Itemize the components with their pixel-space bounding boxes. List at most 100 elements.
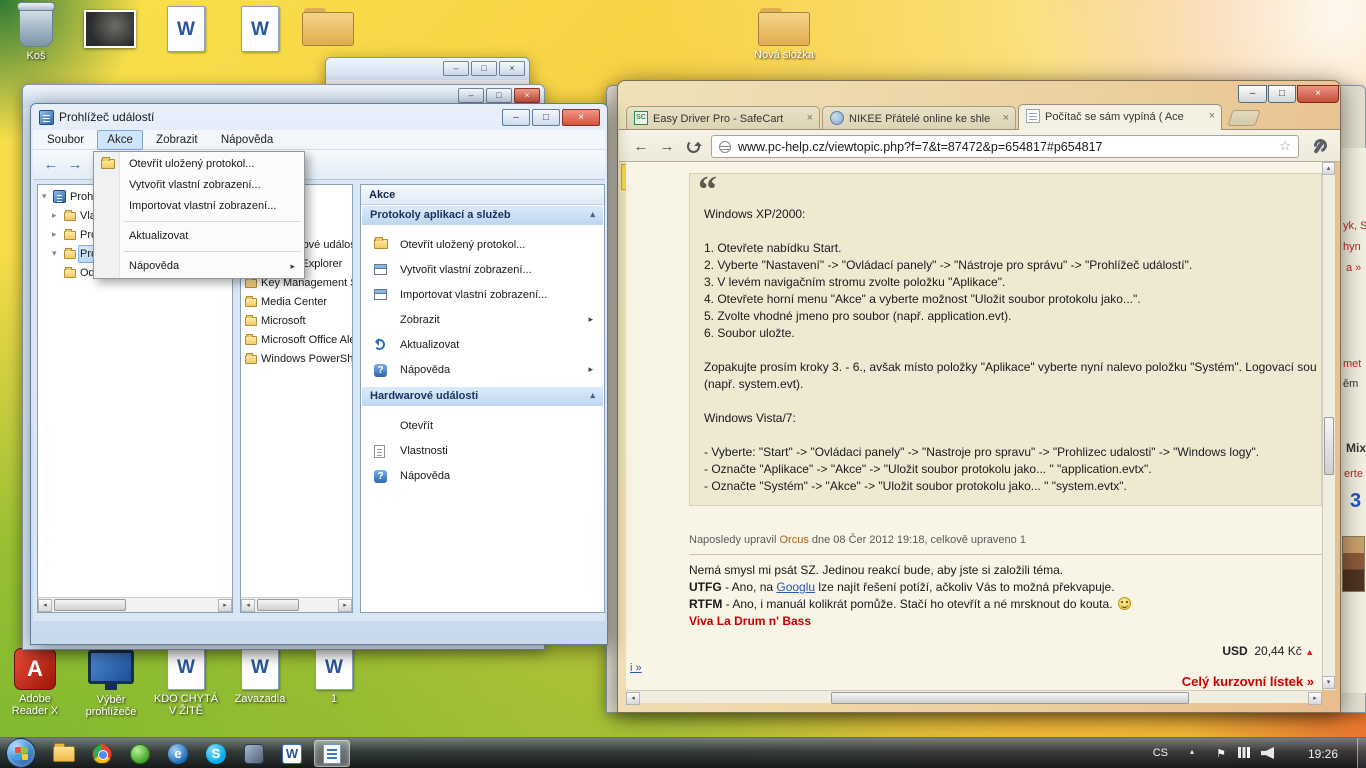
scroll-right-arrow[interactable]: ▸ xyxy=(218,599,232,612)
horizontal-scrollbar[interactable]: ◂ ▸ xyxy=(38,597,232,612)
taskbar-skype[interactable]: S xyxy=(198,740,234,767)
actions-section-header-app-logs[interactable]: Protokoly aplikací a služeb ▴ xyxy=(362,206,603,225)
horizontal-scrollbar[interactable]: ◂ ▸ xyxy=(626,690,1322,703)
desktop-icon-word-doc-c[interactable]: KDO CHYTÁ V ŽITĚ xyxy=(150,644,222,717)
tab-close-icon[interactable]: × xyxy=(1003,112,1009,124)
desktop-icon-recycle-bin[interactable]: Koš xyxy=(0,5,72,62)
expander-icon[interactable]: ▸ xyxy=(52,229,57,240)
desktop-icon-new-folder[interactable]: Nová složka xyxy=(748,8,820,61)
maximize-button[interactable]: □ xyxy=(532,109,560,126)
forward-arrow-button[interactable]: → xyxy=(65,155,85,175)
tab-close-icon[interactable]: × xyxy=(807,112,813,124)
show-hidden-icons-arrow[interactable]: ▴ xyxy=(1190,747,1194,756)
desktop-icon-photo[interactable] xyxy=(74,10,146,51)
expander-icon[interactable]: ▾ xyxy=(42,191,47,202)
bookmark-star-icon[interactable]: ☆ xyxy=(1279,138,1291,154)
desktop-icon-word-doc-d[interactable]: Zavazadla xyxy=(224,644,296,705)
action-center-flag-icon[interactable]: ⚑ xyxy=(1216,747,1226,760)
maximize-button[interactable]: □ xyxy=(1268,85,1296,103)
close-button[interactable]: × xyxy=(562,109,600,126)
menu-akce[interactable]: Akce xyxy=(97,130,143,150)
google-link[interactable]: Googlu xyxy=(776,580,815,594)
tab-easy-driver-pro[interactable]: SC Easy Driver Pro - SafeCart × xyxy=(626,106,820,130)
clock[interactable]: 19:26 xyxy=(1308,747,1338,761)
back-arrow-button[interactable]: ← xyxy=(41,155,61,175)
more-link-text[interactable]: i » xyxy=(630,662,642,674)
collapse-arrow-icon[interactable]: ▴ xyxy=(590,209,595,220)
desktop-icon-folder[interactable] xyxy=(292,8,364,49)
list-item[interactable]: Windows PowerShell xyxy=(241,350,352,369)
menu-soubor[interactable]: Soubor xyxy=(37,130,94,150)
minimize-button[interactable]: – xyxy=(502,109,530,126)
list-item[interactable]: Media Center xyxy=(241,293,352,312)
action-open-saved-log[interactable]: Otevřít uložený protokol... xyxy=(362,233,603,258)
scrollbar-thumb[interactable] xyxy=(257,599,299,611)
menu-item-open-saved-log[interactable]: Otevřít uložený protokol... xyxy=(95,154,303,175)
taskbar-chrome[interactable] xyxy=(84,740,120,767)
scroll-left-arrow[interactable]: ◂ xyxy=(38,599,52,612)
reload-button[interactable] xyxy=(687,140,700,153)
action-view[interactable]: Zobrazit ▸ xyxy=(362,308,603,333)
close-button[interactable]: × xyxy=(1297,85,1339,103)
actions-section-header-hardware-events[interactable]: Hardwarové události ▴ xyxy=(362,387,603,406)
back-button[interactable]: ← xyxy=(631,137,651,157)
scrollbar-thumb[interactable] xyxy=(1324,417,1334,475)
menu-napoveda[interactable]: Nápověda xyxy=(211,130,283,150)
scroll-left-arrow[interactable]: ◂ xyxy=(626,692,640,705)
maximize-button[interactable]: □ xyxy=(471,61,497,76)
menu-item-create-custom-view[interactable]: Vytvořit vlastní zobrazení... xyxy=(95,175,303,196)
new-tab-button[interactable] xyxy=(1227,110,1260,126)
taskbar-event-viewer-active[interactable] xyxy=(314,740,350,767)
scroll-up-arrow[interactable]: ▴ xyxy=(1322,162,1335,175)
action-help-hardware[interactable]: Nápověda xyxy=(362,464,603,489)
expander-icon[interactable]: ▸ xyxy=(52,210,57,221)
tab-nikee[interactable]: NIKEE Přátelé online ke shle × xyxy=(822,106,1016,130)
scroll-right-arrow[interactable]: ▸ xyxy=(338,599,352,612)
minimize-button[interactable]: – xyxy=(458,88,484,103)
exchange-list-link-text[interactable]: Celý kurzovní lístek » xyxy=(1182,674,1314,689)
show-desktop-button[interactable] xyxy=(1357,738,1366,768)
taskbar-windows-explorer[interactable] xyxy=(46,740,82,767)
menu-zobrazit[interactable]: Zobrazit xyxy=(146,130,208,150)
desktop-icon-browser-chooser[interactable]: Výběr prohlížeče xyxy=(76,650,146,718)
taskbar-media-player[interactable] xyxy=(236,740,272,767)
scroll-down-arrow[interactable]: ▾ xyxy=(1322,676,1335,689)
action-refresh[interactable]: Aktualizovat xyxy=(362,333,603,358)
menu-item-import-custom-view[interactable]: Importovat vlastní zobrazení... xyxy=(95,196,303,217)
taskbar-word[interactable]: W xyxy=(274,740,310,767)
language-indicator[interactable]: CS xyxy=(1153,747,1168,759)
scrollbar-thumb[interactable] xyxy=(54,599,126,611)
action-open[interactable]: Otevřít xyxy=(362,414,603,439)
horizontal-scrollbar[interactable]: ◂ ▸ xyxy=(241,597,352,612)
network-icon[interactable] xyxy=(1238,747,1250,758)
list-item[interactable]: Microsoft xyxy=(241,312,352,331)
tab-pocitac-se-sam-vypina[interactable]: Počítač se sám vypíná ( Ace × xyxy=(1018,104,1222,130)
tab-close-icon[interactable]: × xyxy=(1209,110,1215,122)
more-link[interactable]: i » xyxy=(630,662,642,674)
action-properties[interactable]: Vlastnosti xyxy=(362,439,603,464)
maximize-button[interactable]: □ xyxy=(486,88,512,103)
menu-item-help[interactable]: Nápověda ▸ xyxy=(95,256,303,277)
scroll-right-arrow[interactable]: ▸ xyxy=(1308,692,1322,705)
minimize-button[interactable]: – xyxy=(1238,85,1267,103)
action-create-custom-view[interactable]: Vytvořit vlastní zobrazení... xyxy=(362,258,603,283)
minimize-button[interactable]: – xyxy=(443,61,469,76)
vertical-scrollbar[interactable]: ▴ ▾ xyxy=(1322,162,1335,690)
taskbar-green-app[interactable] xyxy=(122,740,158,767)
volume-icon[interactable] xyxy=(1261,747,1274,759)
action-help[interactable]: Nápověda ▸ xyxy=(362,358,603,383)
edited-user-link[interactable]: Orcus xyxy=(780,534,809,546)
address-bar[interactable]: www.pc-help.cz/viewtopic.php?f=7&t=87472… xyxy=(711,135,1299,158)
desktop-icon-word-doc-e[interactable]: 1 xyxy=(298,644,370,705)
wrench-menu-icon[interactable] xyxy=(1311,139,1327,155)
collapse-arrow-icon[interactable]: ▴ xyxy=(590,390,595,401)
taskbar-blue-app[interactable]: e xyxy=(160,740,196,767)
desktop-icon-word-doc-a[interactable] xyxy=(150,6,222,55)
list-item[interactable]: Microsoft Office Alerts xyxy=(241,331,352,350)
desktop-icon-word-doc-b[interactable] xyxy=(224,6,296,55)
desktop-icon-adobe-reader[interactable]: A Adobe Reader X xyxy=(2,648,68,717)
menu-item-refresh[interactable]: Aktualizovat xyxy=(95,226,303,247)
close-button[interactable]: × xyxy=(514,88,540,103)
expander-icon[interactable]: ▾ xyxy=(52,248,57,259)
action-import-custom-view[interactable]: Importovat vlastní zobrazení... xyxy=(362,283,603,308)
